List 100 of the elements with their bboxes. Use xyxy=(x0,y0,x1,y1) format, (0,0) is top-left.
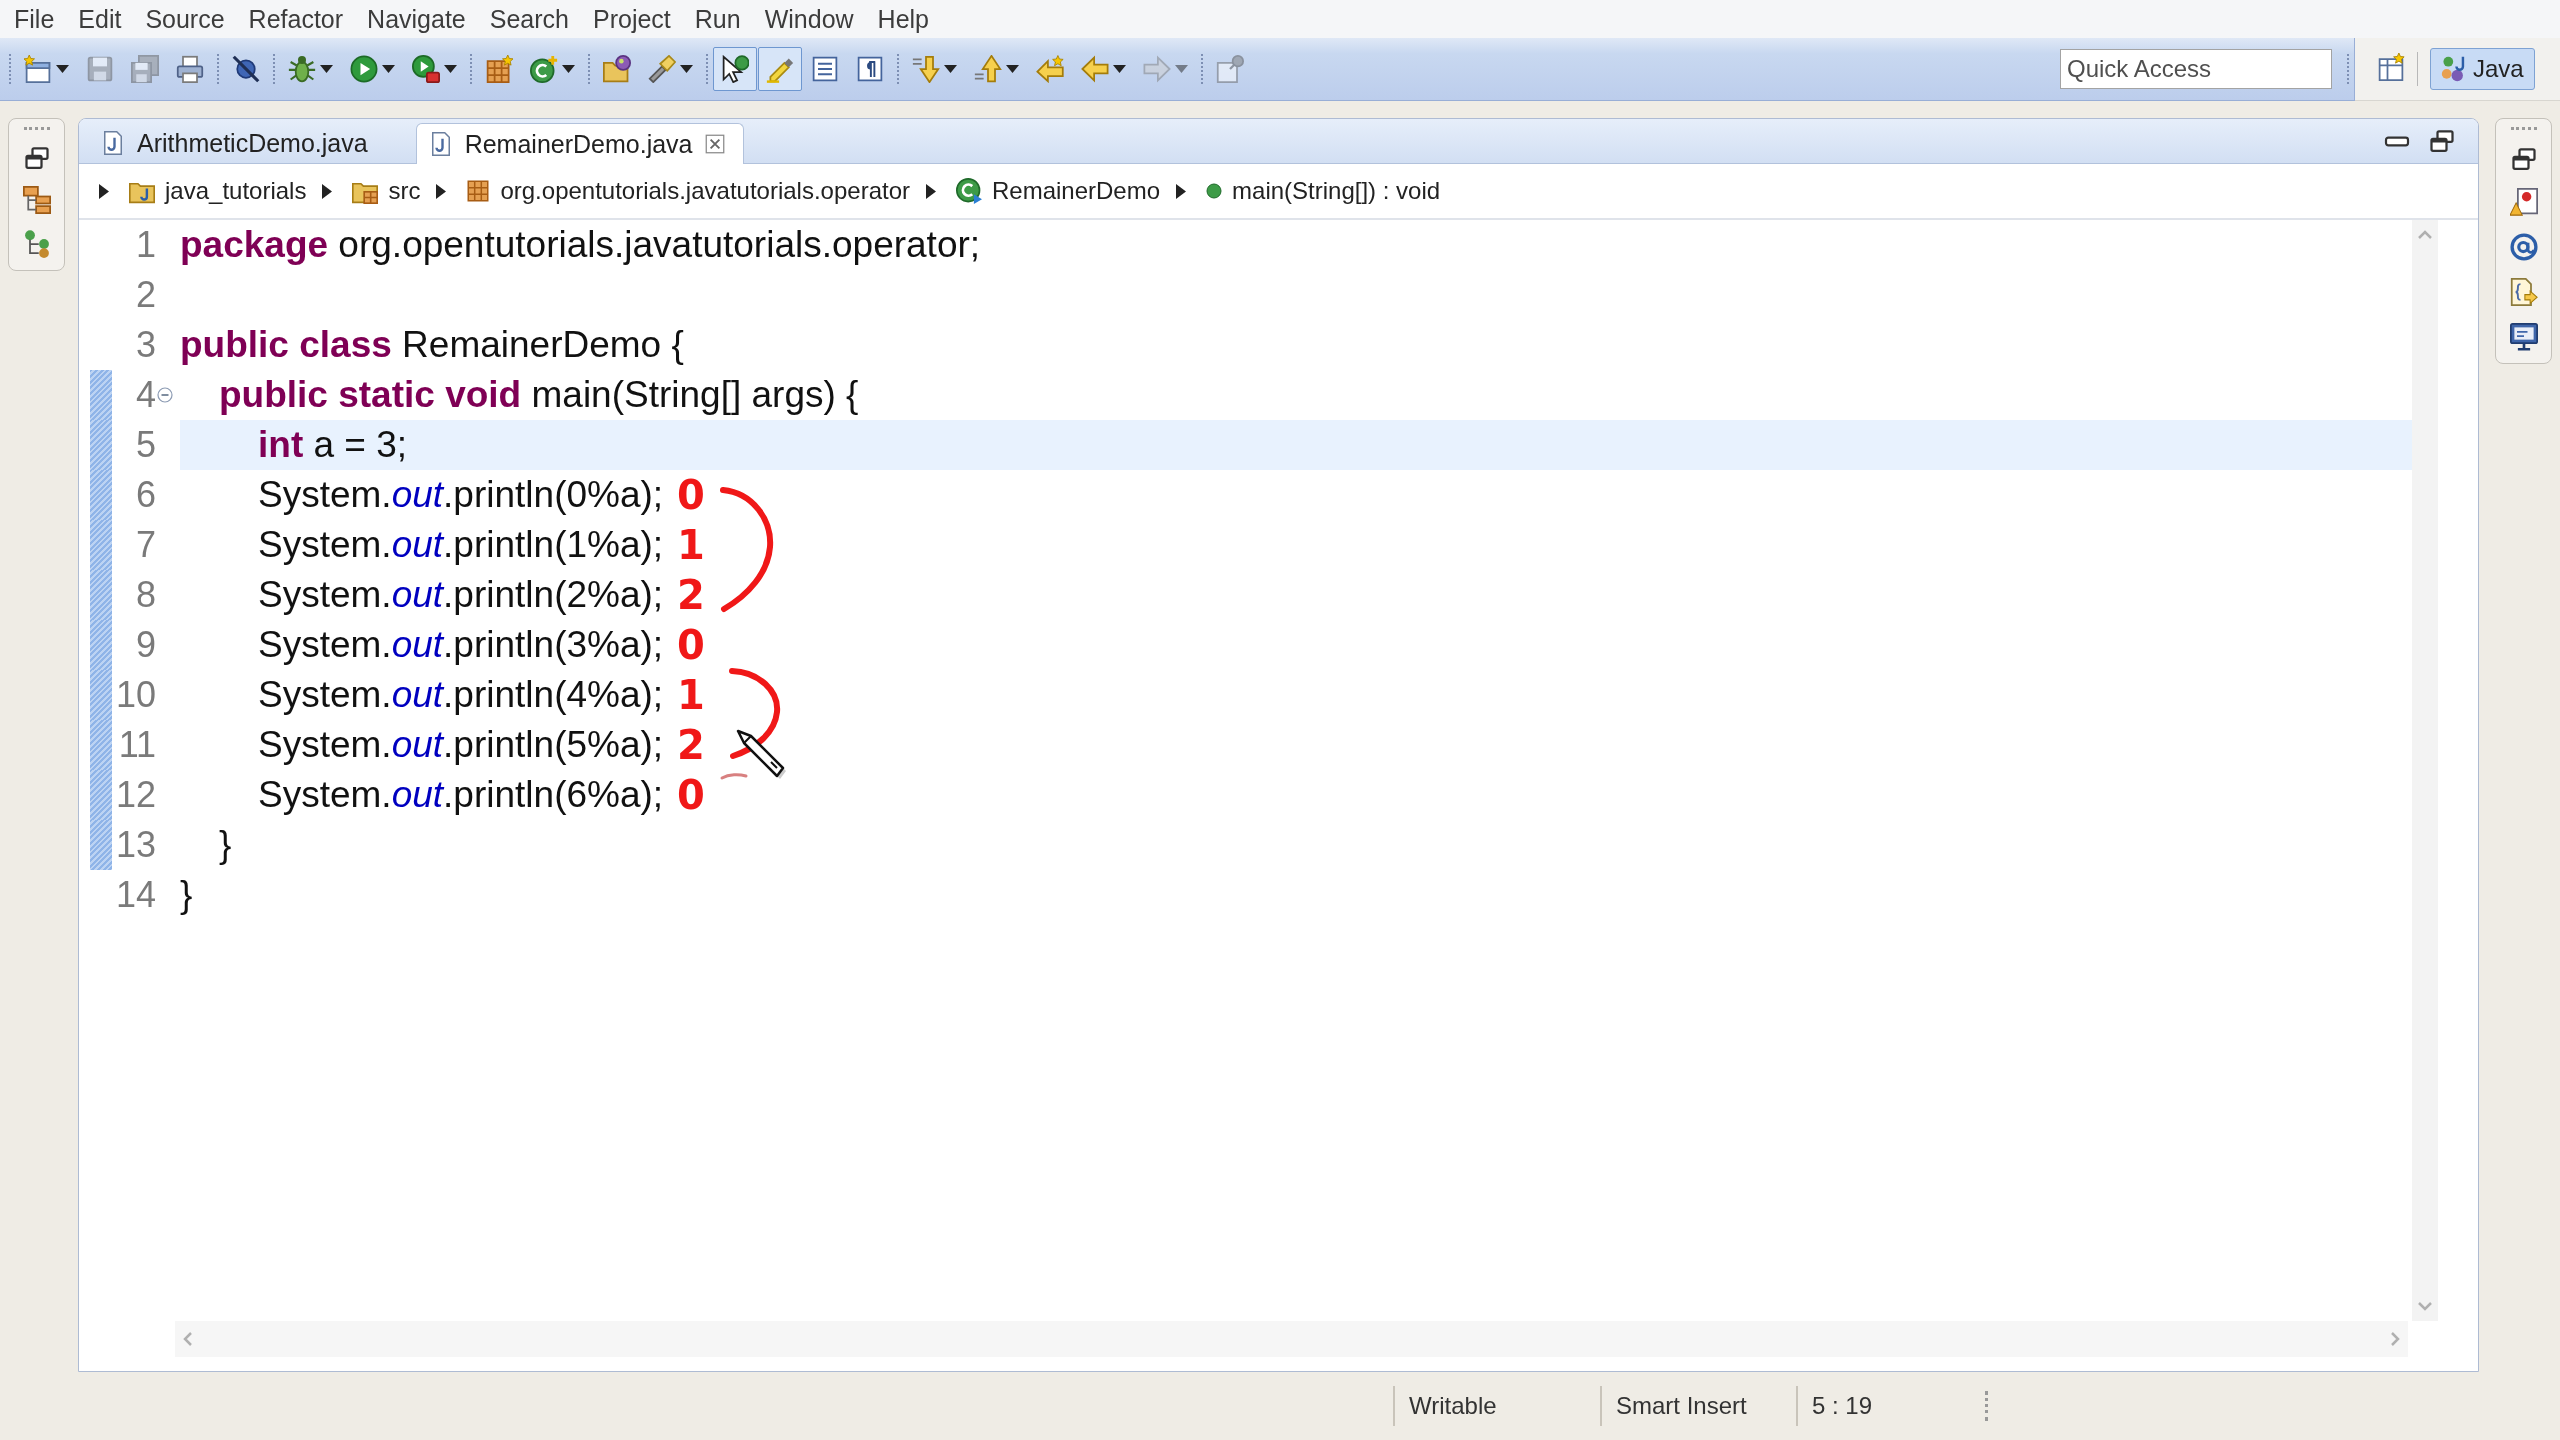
close-icon[interactable] xyxy=(704,134,725,154)
code-line: System.out.println(4%a); xyxy=(258,674,664,716)
breadcrumb-item[interactable]: org.opentutorials.javatutorials.operator xyxy=(466,177,910,205)
handwritten-digit: 2 xyxy=(677,725,705,765)
window-star-icon[interactable] xyxy=(2377,53,2405,81)
menu-item[interactable]: Project xyxy=(581,4,683,34)
status-field: Smart Insert xyxy=(1616,1392,1747,1420)
line-number: 13 xyxy=(115,824,156,865)
flashlight-icon xyxy=(648,55,676,83)
restore-icon[interactable] xyxy=(2511,147,2536,171)
play-toolbox-icon xyxy=(412,55,440,83)
handwritten-digit: 0 xyxy=(677,475,705,515)
at-sign-icon[interactable] xyxy=(2509,233,2538,261)
status-field: 5 : 19 xyxy=(1812,1392,1873,1420)
triangle-icon[interactable] xyxy=(436,183,447,199)
menu-item[interactable]: Edit xyxy=(66,4,134,34)
menu-item[interactable]: Window xyxy=(752,4,866,34)
breadcrumb-item[interactable]: src xyxy=(352,177,421,205)
editor-tab[interactable]: RemainerDemo.java xyxy=(415,123,744,164)
code-line: System.out.println(5%a); xyxy=(258,724,664,766)
class-icon xyxy=(956,178,982,204)
handwritten-digit: 1 xyxy=(677,525,705,565)
restore-icon[interactable] xyxy=(24,146,49,170)
status-field: Writable xyxy=(1409,1392,1497,1420)
line-number: 11 xyxy=(118,724,156,765)
triangle-icon[interactable] xyxy=(1176,183,1187,199)
triangle-icon[interactable] xyxy=(99,183,109,199)
code-line: System.out.println(3%a); xyxy=(258,624,664,666)
breadcrumb-item[interactable]: RemainerDemo xyxy=(956,177,1161,205)
menu-item[interactable]: File xyxy=(2,4,67,34)
code-line: } xyxy=(219,824,232,866)
quick-access-field[interactable]: Quick Access xyxy=(2060,49,2332,89)
line-number: 12 xyxy=(115,774,156,815)
stacked-boxes-icon[interactable] xyxy=(22,186,51,214)
line-number: 1 xyxy=(135,224,156,265)
menu-item[interactable]: Search xyxy=(477,4,581,34)
line-number: 6 xyxy=(135,474,156,515)
line-number: 14 xyxy=(115,874,156,915)
line-number: 9 xyxy=(135,624,156,665)
minimize-icon[interactable] xyxy=(2384,135,2410,147)
line-number: 5 xyxy=(135,424,156,465)
left-arrow-icon xyxy=(1081,55,1109,83)
up-arrow-icon xyxy=(974,55,1002,83)
code-line: int a = 3; xyxy=(258,424,408,466)
perspective-button[interactable]: Java xyxy=(2430,48,2535,90)
declaration-icon[interactable] xyxy=(2509,278,2538,306)
pointer-badge-icon xyxy=(721,55,749,83)
crossed-circle-icon xyxy=(232,55,260,83)
code-line: System.out.println(2%a); xyxy=(258,574,664,616)
pen-stroke xyxy=(719,771,749,781)
hierarchy-icon[interactable] xyxy=(22,230,51,258)
handwritten-digit: 0 xyxy=(677,625,705,665)
line-number: 4 xyxy=(135,374,156,415)
package-star-icon xyxy=(485,55,513,83)
folder-icon xyxy=(603,55,631,83)
new-window-icon xyxy=(24,55,52,83)
editor-tab[interactable]: ArithmeticDemo.java xyxy=(89,123,416,163)
collapse-icon[interactable] xyxy=(157,387,173,403)
code-line: public static void main(String[] args) { xyxy=(219,374,859,416)
restore-icon[interactable] xyxy=(2430,129,2454,153)
triangle-icon[interactable] xyxy=(322,183,333,199)
handwritten-digit: 1 xyxy=(677,675,705,715)
pilcrow-icon xyxy=(856,55,884,83)
problems-icon[interactable] xyxy=(2509,188,2538,216)
java-perspective-icon xyxy=(2441,56,2467,82)
play-icon xyxy=(350,55,378,83)
code-line: public class RemainerDemo { xyxy=(180,324,684,366)
code-line: System.out.println(0%a); xyxy=(258,474,664,516)
menu-item[interactable]: Refactor xyxy=(236,4,356,34)
down-arrow-icon xyxy=(912,55,940,83)
menu-item[interactable]: Run xyxy=(682,4,753,34)
line-number: 3 xyxy=(135,324,156,365)
code-line: System.out.println(1%a); xyxy=(258,524,664,566)
menu-item[interactable]: Source xyxy=(133,4,237,34)
printer-icon xyxy=(176,55,204,83)
java-file-icon xyxy=(101,131,125,155)
dot-icon xyxy=(1206,183,1223,199)
breadcrumb-item[interactable]: java_tutorials xyxy=(129,177,307,205)
handwritten-digit: 2 xyxy=(677,575,705,615)
handwritten-digit: 0 xyxy=(677,775,705,815)
toolbar-button[interactable] xyxy=(713,47,757,91)
code-line: package org.opentutorials.javatutorials.operator; xyxy=(180,224,981,266)
breadcrumb-item[interactable]: main(String[]) : void xyxy=(1206,177,1441,205)
bug-icon xyxy=(288,55,316,83)
class-plus-icon xyxy=(530,55,558,83)
menu-item[interactable]: Navigate xyxy=(355,4,478,34)
line-number: 7 xyxy=(135,524,156,565)
line-number: 10 xyxy=(115,674,156,715)
disks-icon xyxy=(131,55,159,83)
line-number: 8 xyxy=(135,574,156,615)
line-number: 2 xyxy=(135,274,156,315)
left-arrow-star-icon xyxy=(1036,55,1064,83)
menu-item[interactable]: Help xyxy=(865,4,941,34)
package-icon xyxy=(466,179,491,203)
pin-icon xyxy=(1216,55,1244,83)
triangle-icon[interactable] xyxy=(926,183,936,199)
right-arrow-icon xyxy=(1143,55,1171,83)
console-icon[interactable] xyxy=(2509,323,2538,351)
framed-lines-icon xyxy=(811,55,839,83)
code-line: System.out.println(6%a); xyxy=(258,774,664,816)
